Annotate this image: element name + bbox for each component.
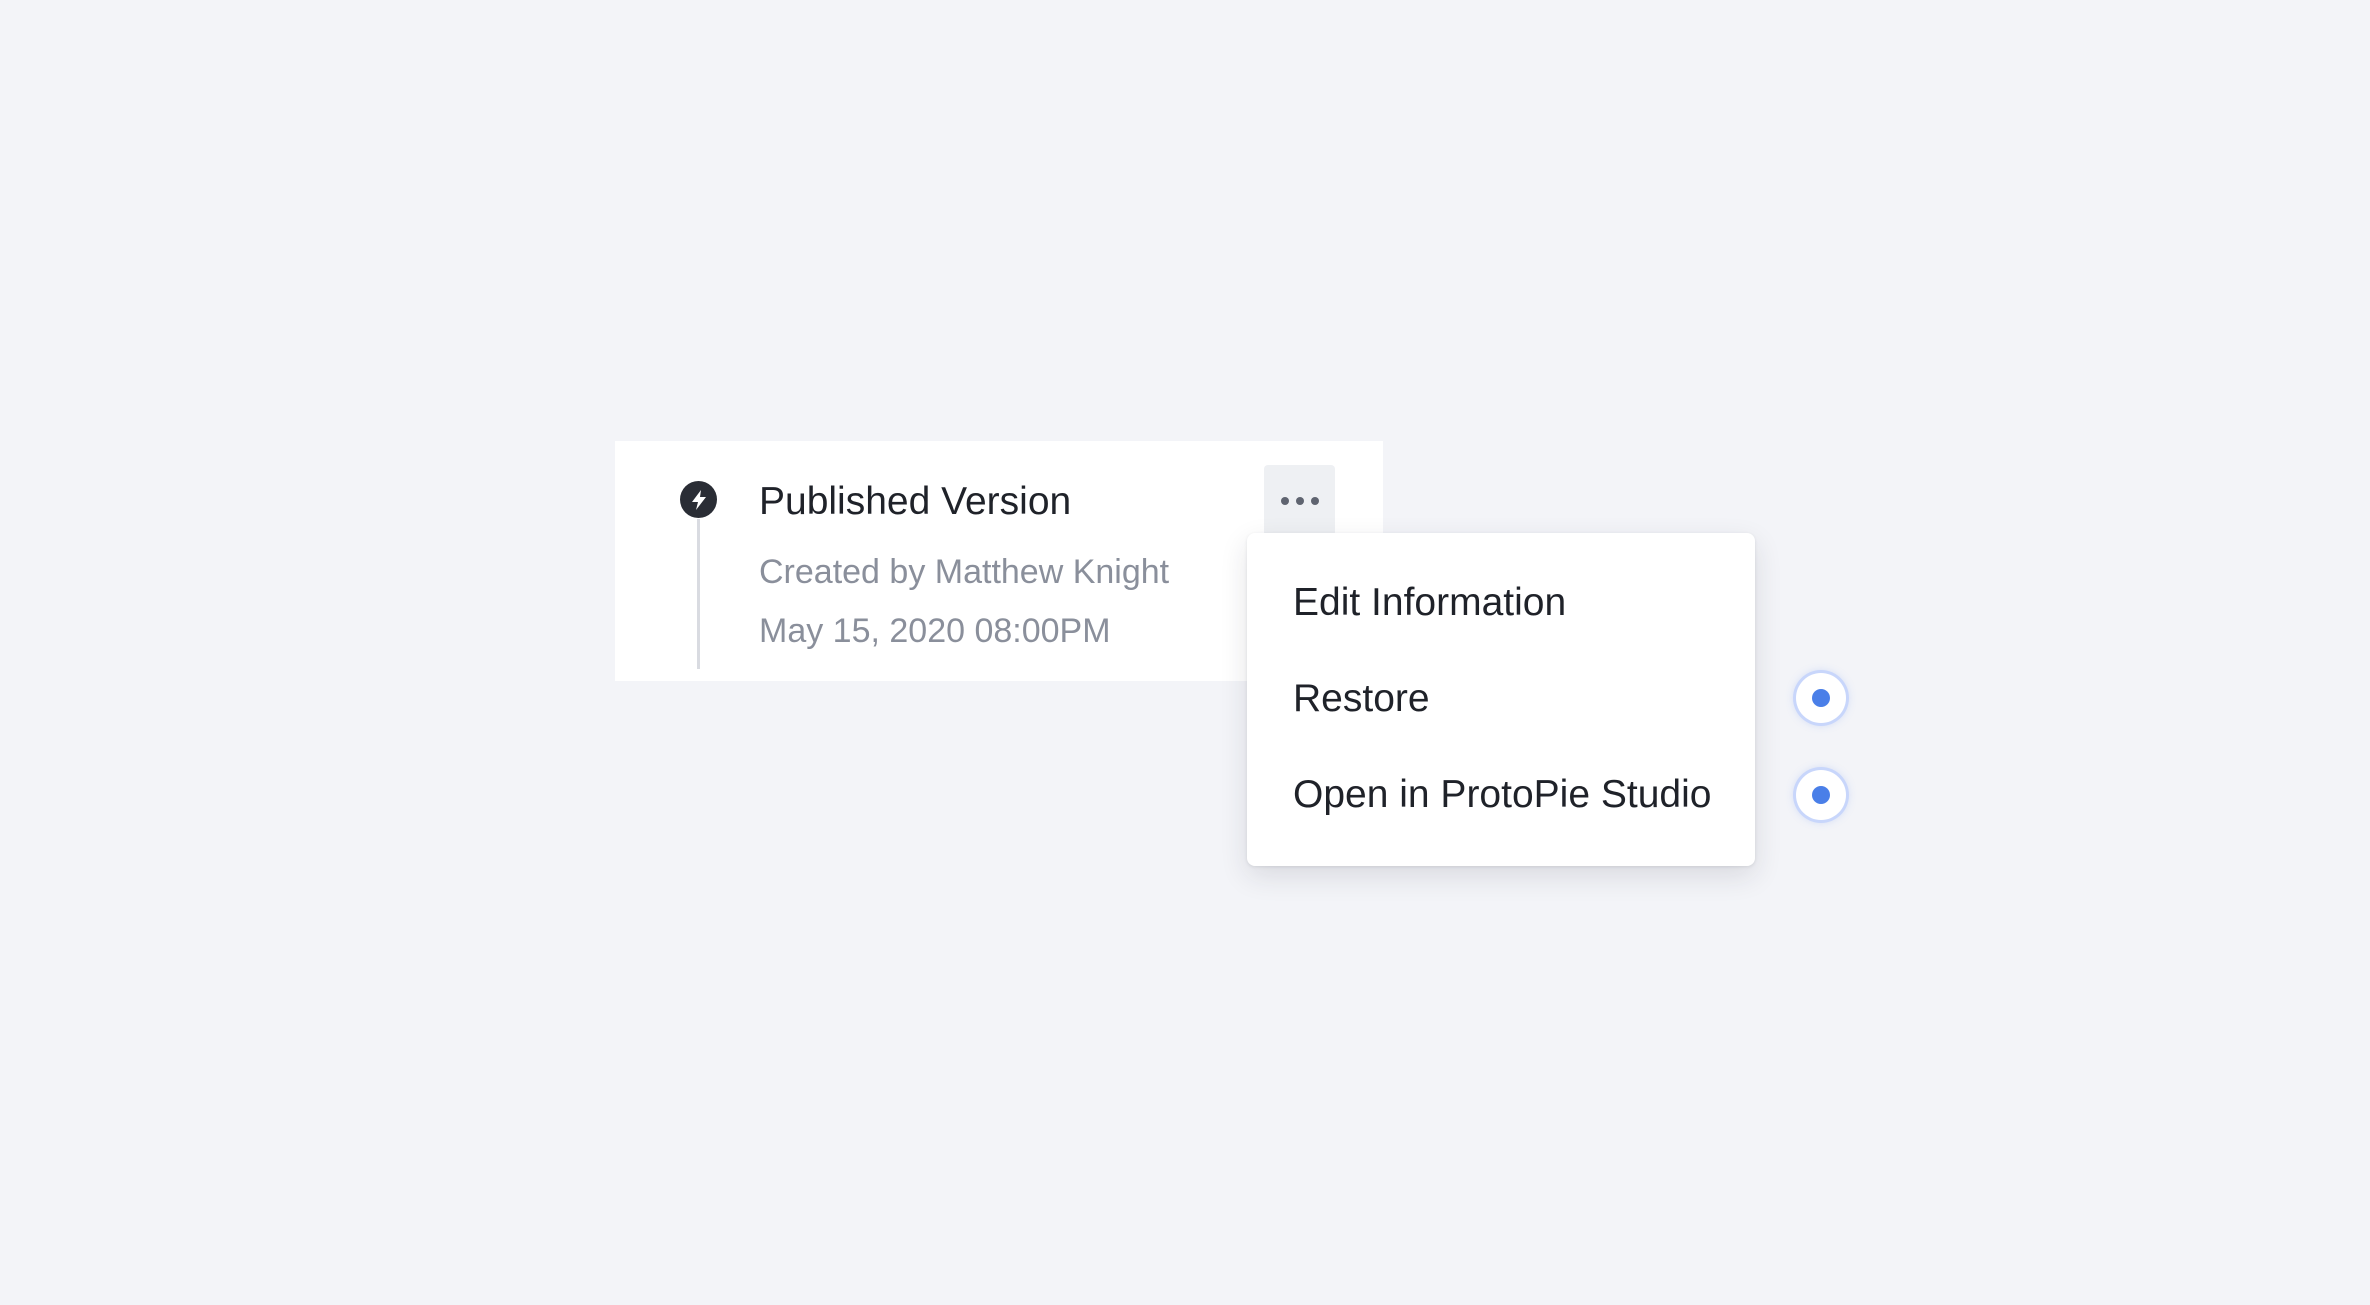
hotspot-indicator-restore	[1796, 673, 1846, 723]
version-date: May 15, 2020 08:00PM	[759, 612, 1111, 650]
version-title: Published Version	[759, 480, 1072, 523]
bolt-icon	[680, 481, 717, 518]
menu-item-edit-information[interactable]: Edit Information	[1293, 579, 1566, 627]
more-horizontal-icon	[1280, 496, 1289, 505]
menu-item-open-in-studio[interactable]: Open in ProtoPie Studio	[1293, 771, 1711, 819]
timeline-line	[697, 519, 700, 669]
context-menu: Edit Information Restore Open in ProtoPi…	[1247, 533, 1755, 866]
hotspot-indicator-open-studio	[1796, 770, 1846, 820]
menu-item-restore[interactable]: Restore	[1293, 675, 1430, 723]
more-options-button[interactable]	[1264, 465, 1335, 536]
version-author: Created by Matthew Knight	[759, 553, 1170, 591]
